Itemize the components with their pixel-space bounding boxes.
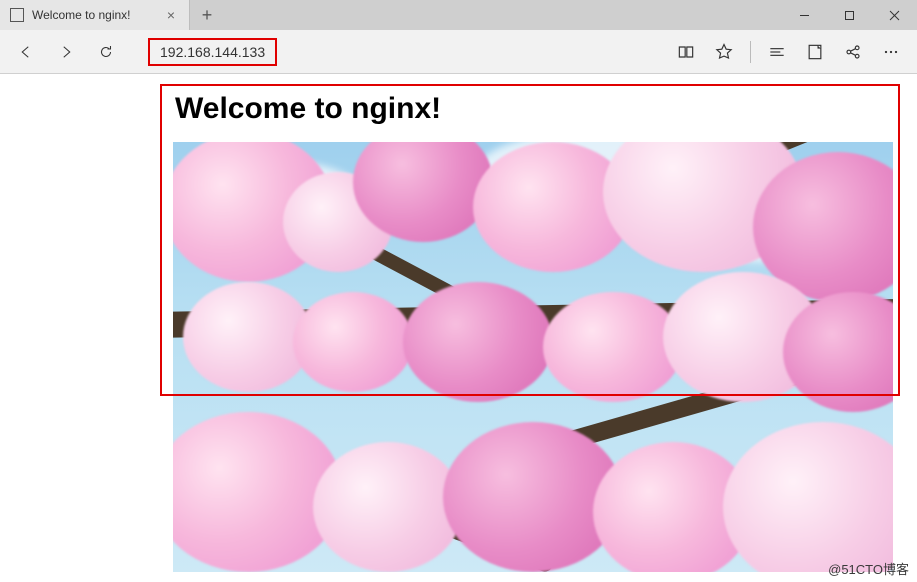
favorite-button[interactable] [706, 34, 742, 70]
tab-strip-spacer [224, 0, 782, 30]
close-tab-icon[interactable]: × [163, 7, 179, 23]
refresh-button[interactable] [88, 34, 124, 70]
minimize-button[interactable] [782, 0, 827, 30]
page-viewport: Welcome to nginx! [0, 74, 917, 582]
page-content: Welcome to nginx! [163, 84, 903, 572]
forward-button[interactable] [48, 34, 84, 70]
back-button[interactable] [8, 34, 44, 70]
window-close-button[interactable] [872, 0, 917, 30]
toolbar-right [668, 34, 909, 70]
tab-strip: Welcome to nginx! × + [0, 0, 917, 30]
hub-button[interactable] [759, 34, 795, 70]
toolbar: 192.168.144.133 [0, 30, 917, 74]
tab-title: Welcome to nginx! [32, 8, 155, 22]
more-button[interactable] [873, 34, 909, 70]
maximize-button[interactable] [827, 0, 872, 30]
page-icon [10, 8, 24, 22]
toolbar-divider [750, 41, 751, 63]
notes-button[interactable] [797, 34, 833, 70]
address-bar[interactable]: 192.168.144.133 [128, 37, 664, 67]
address-text: 192.168.144.133 [148, 38, 277, 66]
page-heading: Welcome to nginx! [175, 92, 903, 126]
new-tab-button[interactable]: + [190, 0, 224, 30]
share-button[interactable] [835, 34, 871, 70]
tab-active[interactable]: Welcome to nginx! × [0, 0, 190, 30]
reading-view-button[interactable] [668, 34, 704, 70]
hero-image [173, 142, 893, 572]
watermark: @51CTO博客 [828, 559, 909, 578]
window-controls [782, 0, 917, 30]
